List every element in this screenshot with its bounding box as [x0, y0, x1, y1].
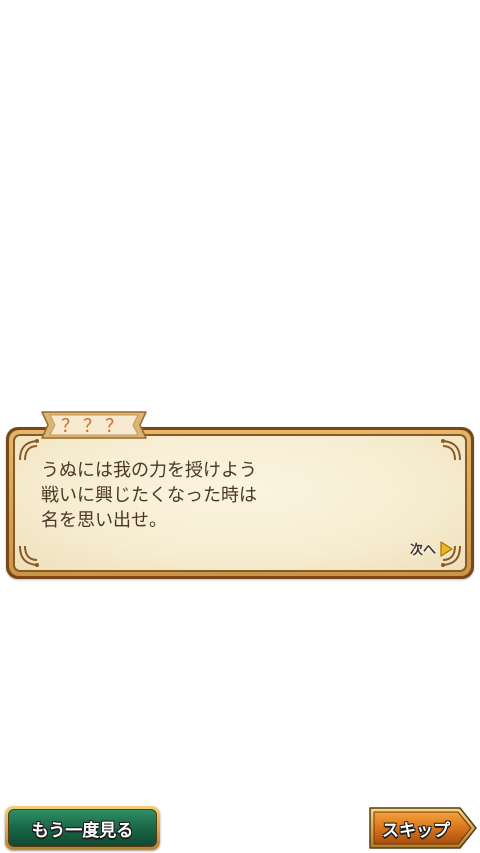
corner-ornament-icon — [19, 439, 39, 461]
next-label: 次へ — [409, 543, 436, 558]
dialogue-line: 名を思い出せ。 — [41, 510, 167, 531]
corner-ornament-icon — [441, 439, 461, 461]
corner-ornament-icon — [19, 545, 39, 567]
dialogue-panel: うぬには我の力を授けよう 戦いに興じたくなった時は 名を思い出せ。 次へ — [13, 434, 467, 572]
skip-button[interactable]: スキップ — [368, 806, 478, 850]
speaker-name-ribbon: ？？？ — [40, 408, 148, 440]
skip-button-label: スキップ — [382, 820, 450, 841]
dialogue-frame: うぬには我の力を授けよう 戦いに興じたくなった時は 名を思い出せ。 次へ — [9, 430, 471, 576]
replay-button-face: もう一度見る — [8, 809, 157, 847]
speaker-name: ？？？ — [61, 416, 127, 437]
dialogue-line: 戦いに興じたくなった時は — [41, 485, 257, 506]
replay-button-label: もう一度見る — [31, 820, 134, 841]
dialogue-text: うぬには我の力を授けよう 戦いに興じたくなった時は 名を思い出せ。 — [41, 458, 421, 533]
dialogue-box[interactable]: うぬには我の力を授けよう 戦いに興じたくなった時は 名を思い出せ。 次へ — [6, 427, 474, 579]
dialogue-line: うぬには我の力を授けよう — [41, 460, 257, 481]
next-button[interactable]: 次へ — [410, 539, 453, 558]
triangle-right-icon — [440, 540, 453, 557]
game-screen: うぬには我の力を授けよう 戦いに興じたくなった時は 名を思い出せ。 次へ ？？？ — [0, 0, 480, 853]
replay-button[interactable]: もう一度見る — [5, 806, 160, 850]
